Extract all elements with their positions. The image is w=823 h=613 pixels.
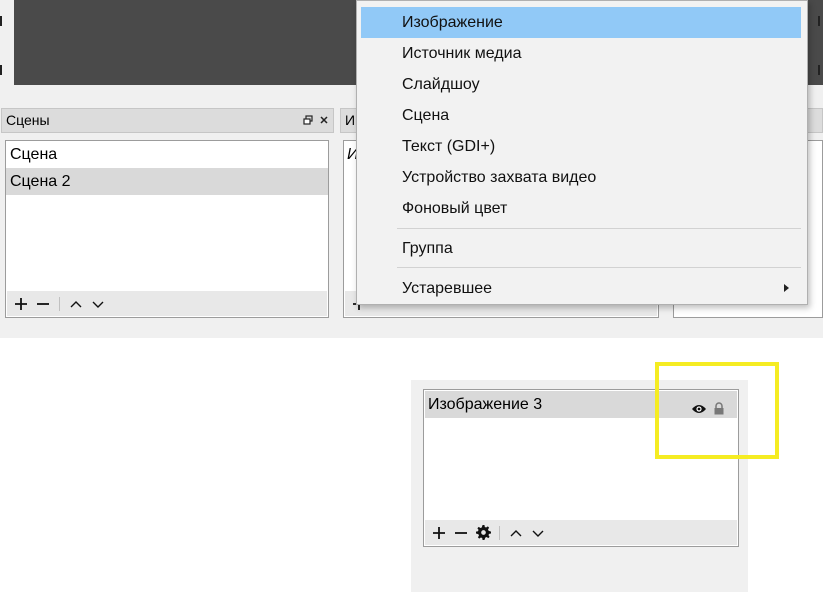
move-source-down-button[interactable]: [528, 522, 548, 544]
sources-dock-title-text: И: [345, 112, 356, 128]
scene-item[interactable]: Сцена: [6, 141, 328, 168]
edge-marker: [0, 65, 2, 75]
move-source-up-button[interactable]: [506, 522, 526, 544]
add-scene-button[interactable]: [11, 293, 31, 315]
source-name: Изображение 3: [428, 396, 543, 413]
plus-icon: [15, 297, 27, 310]
scenes-list[interactable]: Сцена Сцена 2: [5, 140, 329, 318]
menu-separator: [397, 228, 801, 229]
float-dock-icon[interactable]: [303, 114, 313, 127]
scenes-dock: Сцены Сцена Сцена 2: [1, 108, 334, 320]
menu-item-scene[interactable]: Сцена: [361, 100, 801, 131]
source-properties-button[interactable]: [473, 522, 493, 544]
edge-marker: [0, 16, 2, 26]
menu-separator: [397, 267, 801, 268]
plus-icon: [433, 526, 445, 539]
add-source-context-menu: Изображение Источник медиа Слайдшоу Сцен…: [356, 0, 808, 305]
submenu-arrow-icon: [784, 284, 789, 292]
menu-item-group[interactable]: Группа: [361, 233, 801, 264]
toolbar-divider: [499, 525, 500, 540]
menu-item-deprecated[interactable]: Устаревшее: [361, 273, 801, 304]
menu-item-media-source[interactable]: Источник медиа: [361, 38, 801, 69]
gear-icon: [475, 525, 491, 540]
remove-source-button[interactable]: [451, 522, 471, 544]
scenes-dock-title-text: Сцены: [6, 112, 50, 128]
menu-item-slideshow[interactable]: Слайдшоу: [361, 69, 801, 100]
move-scene-down-button[interactable]: [88, 293, 108, 315]
edge-marker: [818, 16, 820, 26]
scene-item-selected[interactable]: Сцена 2: [6, 168, 328, 195]
menu-item-image[interactable]: Изображение: [361, 7, 801, 38]
scenes-toolbar: [7, 291, 327, 316]
sources-zoom-toolbar: [425, 520, 737, 545]
add-source-button[interactable]: [429, 522, 449, 544]
toolbar-divider: [59, 296, 60, 311]
remove-scene-button[interactable]: [33, 293, 53, 315]
scenes-dock-title[interactable]: Сцены: [1, 108, 334, 133]
chevron-down-icon: [92, 301, 104, 308]
minus-icon: [37, 302, 49, 305]
move-scene-up-button[interactable]: [66, 293, 86, 315]
menu-item-video-capture[interactable]: Устройство захвата видео: [361, 162, 801, 193]
menu-item-deprecated-label: Устаревшее: [402, 280, 493, 297]
close-dock-icon[interactable]: [319, 115, 329, 127]
chevron-down-icon: [532, 530, 544, 537]
edge-marker: [818, 65, 820, 75]
menu-item-text-gdi[interactable]: Текст (GDI+): [361, 131, 801, 162]
chevron-up-icon: [510, 529, 522, 536]
minus-icon: [455, 531, 467, 534]
chevron-up-icon: [70, 300, 82, 307]
annotation-highlight-box: [655, 362, 779, 459]
menu-item-color-source[interactable]: Фоновый цвет: [361, 193, 801, 224]
